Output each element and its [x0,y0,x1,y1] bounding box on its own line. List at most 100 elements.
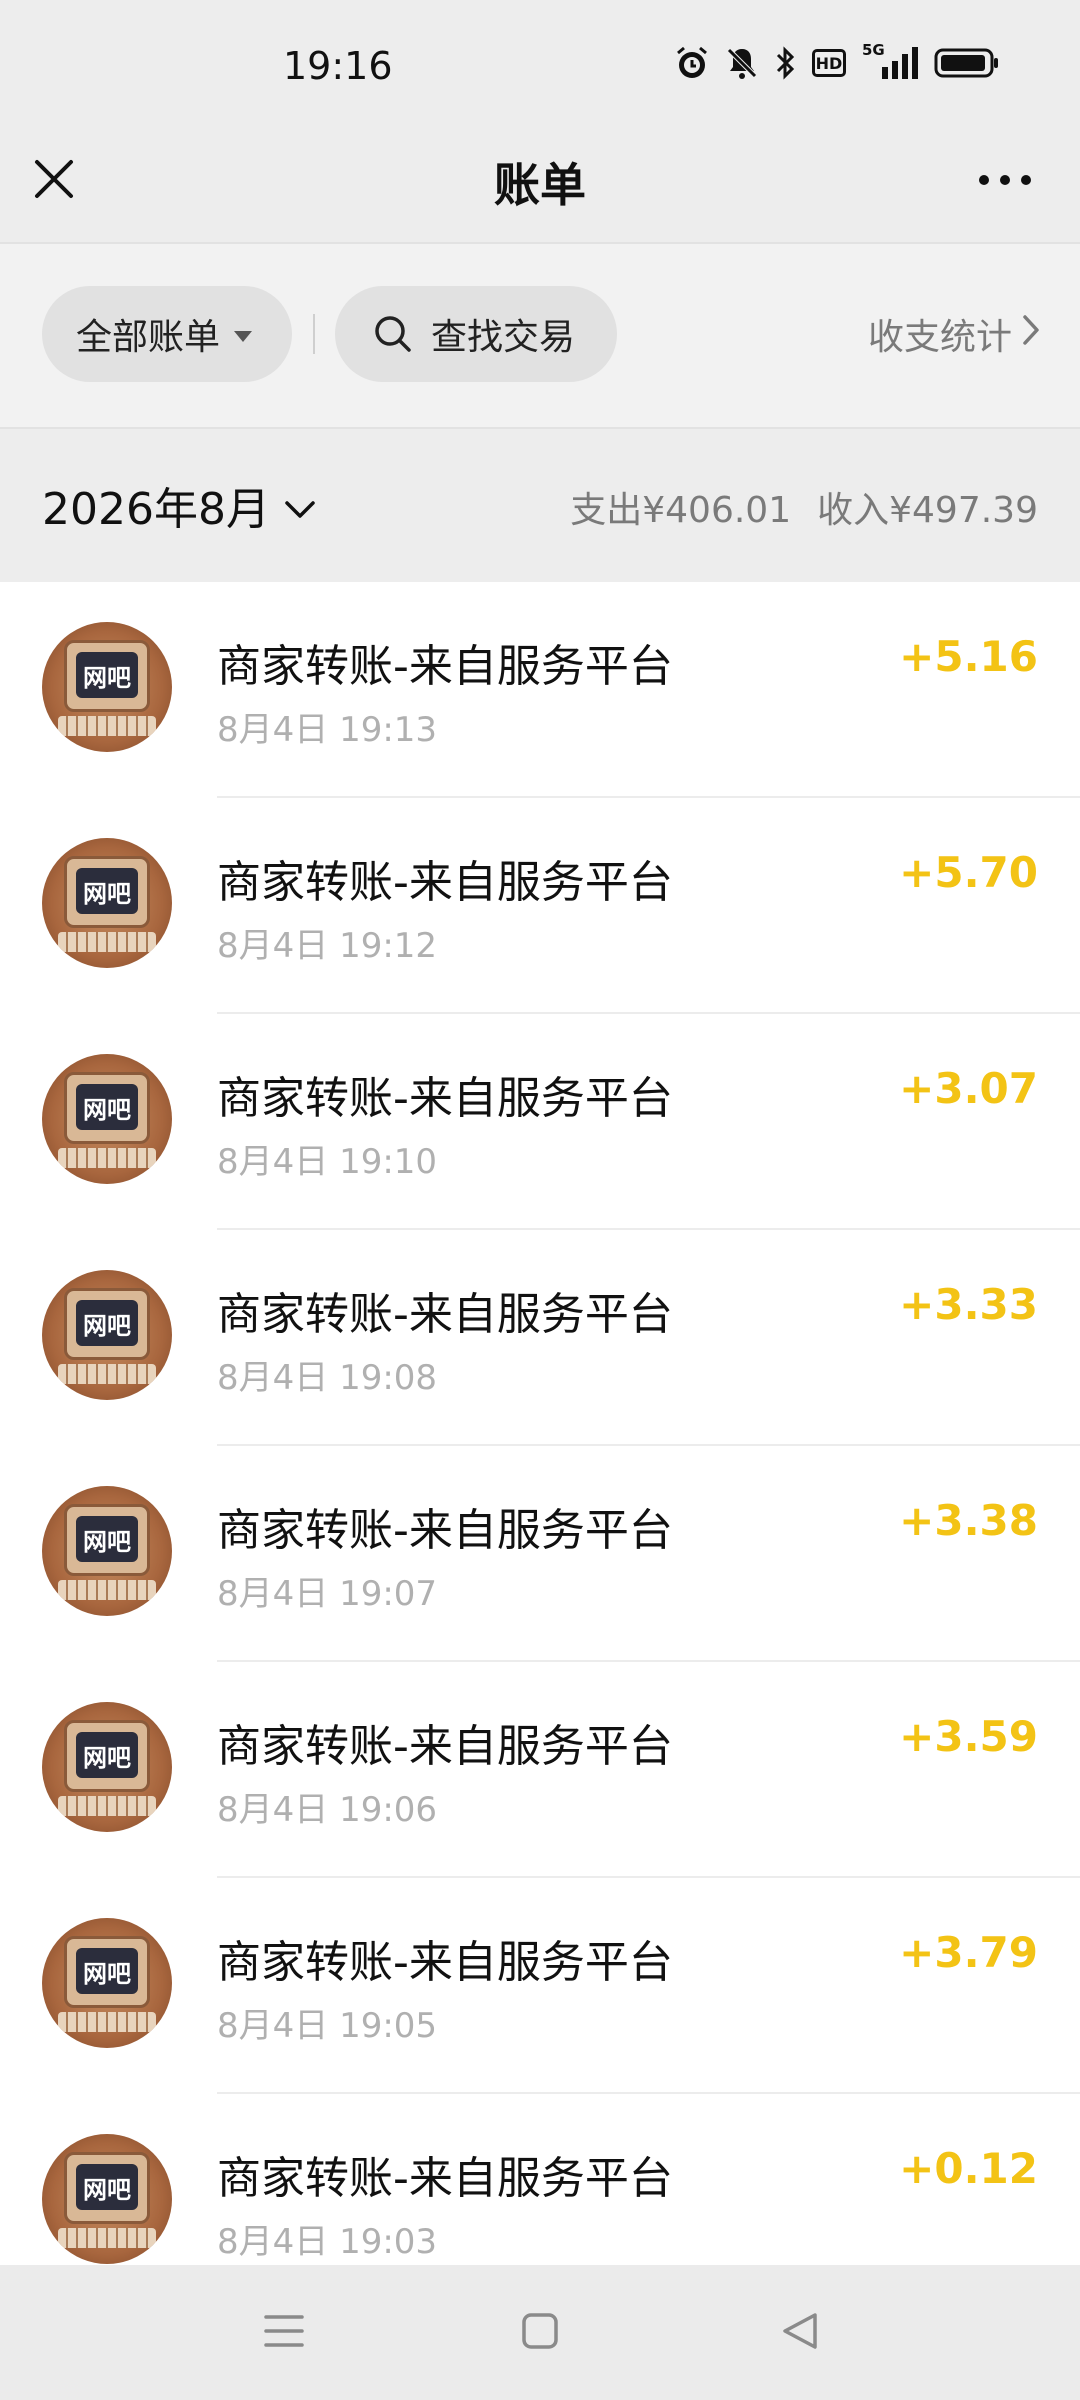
transaction-row[interactable]: 网吧 商家转账-来自服务平台 8月4日 19:07 +3.38 [0,1446,1080,1662]
status-bar: 19:16 HD 5G [0,0,1080,135]
transaction-time: 8月4日 19:10 [217,1142,438,1182]
merchant-avatar: 网吧 [42,838,172,968]
transaction-row[interactable]: 网吧 商家转账-来自服务平台 8月4日 19:13 +5.16 [0,582,1080,798]
all-bills-label: 全部账单 [76,317,221,358]
transaction-row[interactable]: 网吧 商家转账-来自服务平台 8月4日 19:05 +3.79 [0,1878,1080,2094]
transaction-amount: +5.70 [899,848,1038,897]
transaction-title: 商家转账-来自服务平台 [217,857,673,908]
transaction-title: 商家转账-来自服务平台 [217,2153,673,2204]
hd-icon: HD [812,49,846,77]
home-button[interactable] [516,2309,564,2357]
menu-icon [264,2313,304,2353]
month-summary: 支出¥406.01 收入¥497.39 [570,481,1038,533]
transaction-title: 商家转账-来自服务平台 [217,1289,673,1340]
keyboard-icon [58,1148,156,1168]
more-icon [977,172,1033,191]
avatar-text: 网吧 [76,1732,138,1778]
caret-down-icon [234,330,253,342]
computer-icon: 网吧 [64,1288,150,1360]
avatar-text: 网吧 [76,1516,138,1562]
search-icon [373,314,413,354]
transaction-time: 8月4日 19:05 [217,2006,438,2046]
expense-total: 支出¥406.01 [570,490,792,531]
transaction-time: 8月4日 19:12 [217,926,438,966]
transaction-time: 8月4日 19:08 [217,1358,438,1398]
back-button[interactable] [776,2309,824,2357]
avatar-text: 网吧 [76,1084,138,1130]
bluetooth-icon [774,45,798,81]
recent-apps-button[interactable] [260,2309,308,2357]
more-button[interactable] [970,155,1040,207]
transaction-title: 商家转账-来自服务平台 [217,1937,673,1988]
transaction-amount: +3.79 [899,1928,1038,1977]
income-expense-stats-link[interactable]: 收支统计 [868,308,1040,360]
avatar-text: 网吧 [76,652,138,698]
chevron-down-icon [284,480,316,531]
page-title: 账单 [494,158,586,212]
transaction-time: 8月4日 19:07 [217,1574,438,1614]
computer-icon: 网吧 [64,640,150,712]
transaction-time: 8月4日 19:06 [217,1790,438,1830]
transaction-row[interactable]: 网吧 商家转账-来自服务平台 8月4日 19:03 +0.12 [0,2094,1080,2265]
keyboard-icon [58,1796,156,1816]
transaction-amount: +0.12 [899,2144,1038,2193]
keyboard-icon [58,1364,156,1384]
avatar-text: 网吧 [76,868,138,914]
status-icons: HD 5G [674,41,1000,81]
chevron-right-icon [1022,314,1040,355]
transaction-amount: +3.33 [899,1280,1038,1329]
transaction-amount: +5.16 [899,632,1038,681]
transaction-title: 商家转账-来自服务平台 [217,1073,673,1124]
month-selector[interactable]: 2026年8月 [42,473,316,537]
transaction-row[interactable]: 网吧 商家转账-来自服务平台 8月4日 19:10 +3.07 [0,1014,1080,1230]
transaction-amount: +3.38 [899,1496,1038,1545]
alarm-icon [674,45,710,81]
transaction-list: 网吧 商家转账-来自服务平台 8月4日 19:13 +5.16 网吧 商家转账-… [0,582,1080,2265]
computer-icon: 网吧 [64,2152,150,2224]
keyboard-icon [58,2012,156,2032]
title-bar: 账单 [0,135,1080,243]
merchant-avatar: 网吧 [42,622,172,752]
keyboard-icon [58,1580,156,1600]
avatar-text: 网吧 [76,1300,138,1346]
transaction-time: 8月4日 19:13 [217,710,438,750]
filter-bar: 全部账单 查找交易 收支统计 [0,244,1080,427]
month-header: 2026年8月 支出¥406.01 收入¥497.39 [0,429,1080,582]
income-total: 收入¥497.39 [817,490,1038,531]
transaction-time: 8月4日 19:03 [217,2222,438,2262]
transaction-amount: +3.59 [899,1712,1038,1761]
back-icon [781,2311,819,2355]
month-label: 2026年8月 [42,484,270,535]
search-transactions-button[interactable]: 查找交易 [335,286,617,382]
transaction-row[interactable]: 网吧 商家转账-来自服务平台 8月4日 19:12 +5.70 [0,798,1080,1014]
keyboard-icon [58,2228,156,2248]
all-bills-filter[interactable]: 全部账单 [42,286,292,382]
merchant-avatar: 网吧 [42,1054,172,1184]
keyboard-icon [58,932,156,952]
merchant-avatar: 网吧 [42,1270,172,1400]
5g-signal-icon: 5G [860,41,920,81]
computer-icon: 网吧 [64,1072,150,1144]
merchant-avatar: 网吧 [42,1486,172,1616]
status-time: 19:16 [283,44,393,88]
home-icon [521,2312,559,2354]
transaction-row[interactable]: 网吧 商家转账-来自服务平台 8月4日 19:08 +3.33 [0,1230,1080,1446]
transaction-title: 商家转账-来自服务平台 [217,1721,673,1772]
merchant-avatar: 网吧 [42,1702,172,1832]
transaction-amount: +3.07 [899,1064,1038,1113]
computer-icon: 网吧 [64,1504,150,1576]
transaction-title: 商家转账-来自服务平台 [217,1505,673,1556]
avatar-text: 网吧 [76,2164,138,2210]
computer-icon: 网吧 [64,1936,150,2008]
navigation-bar [0,2265,1080,2400]
transaction-row[interactable]: 网吧 商家转账-来自服务平台 8月4日 19:06 +3.59 [0,1662,1080,1878]
computer-icon: 网吧 [64,1720,150,1792]
merchant-avatar: 网吧 [42,2134,172,2264]
transaction-title: 商家转账-来自服务平台 [217,641,673,692]
search-label: 查找交易 [431,317,576,358]
stats-label: 收支统计 [867,317,1012,358]
computer-icon: 网吧 [64,856,150,928]
battery-icon [934,47,1000,79]
avatar-text: 网吧 [76,1948,138,1994]
merchant-avatar: 网吧 [42,1918,172,2048]
